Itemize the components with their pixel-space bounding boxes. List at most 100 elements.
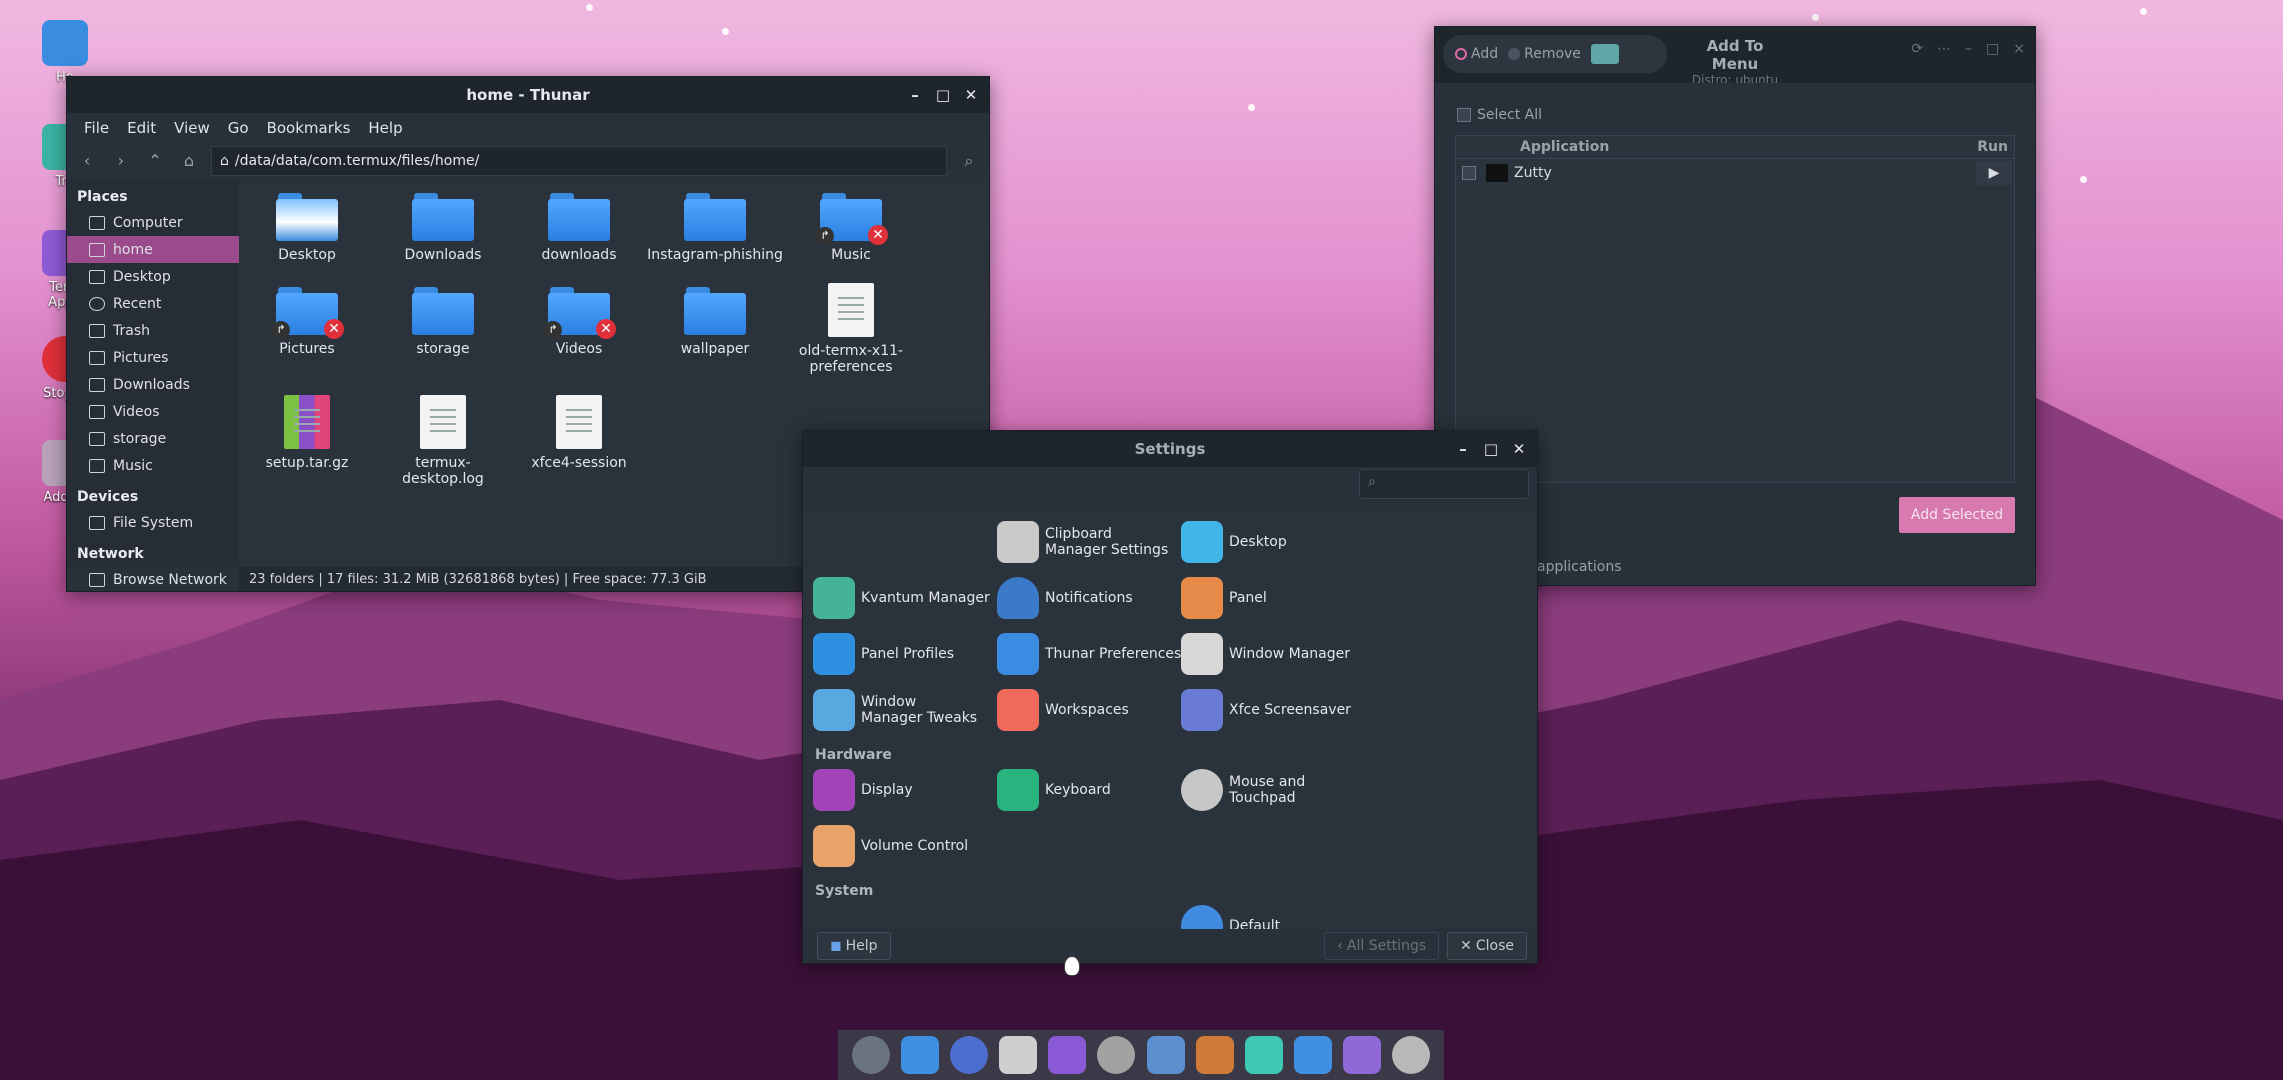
maximize-button[interactable]: □: [935, 87, 951, 103]
trash-dock-icon[interactable]: [1244, 1036, 1283, 1074]
menu-bookmarks[interactable]: Bookmarks: [258, 119, 360, 137]
file-item[interactable]: Desktop: [239, 185, 375, 263]
refresh-icon[interactable]: ⟳: [1911, 41, 1923, 57]
select-all-checkbox[interactable]: Select All: [1457, 107, 1542, 123]
more-icon[interactable]: ⋯: [1937, 41, 1951, 57]
app-menu-icon[interactable]: [851, 1036, 890, 1074]
setting-keyboard[interactable]: Keyboard: [997, 769, 1111, 811]
forward-icon[interactable]: ›: [109, 149, 133, 173]
file-item[interactable]: ↱ ✕ Videos: [511, 279, 647, 357]
menu-go[interactable]: Go: [219, 119, 258, 137]
folder-icon: [548, 193, 610, 241]
setting-kvantum-manager[interactable]: Kvantum Manager: [813, 577, 990, 619]
setting-clipboard-manager[interactable]: Clipboard Manager Settings: [997, 521, 1175, 563]
add-toggle[interactable]: Add: [1455, 46, 1498, 62]
footer-count: applications: [1537, 559, 1622, 575]
back-icon[interactable]: ‹: [75, 149, 99, 173]
minimize-button[interactable]: –: [907, 87, 923, 103]
setting-notifications[interactable]: Notifications: [997, 577, 1133, 619]
add-selected-button[interactable]: Add Selected: [1899, 497, 2015, 533]
file-item[interactable]: termux-desktop.log: [375, 387, 511, 487]
system-settings-icon[interactable]: [1392, 1036, 1431, 1074]
setting-mouse-touchpad[interactable]: Mouse and Touchpad: [1181, 769, 1319, 811]
settings-search-input[interactable]: ⌕: [1359, 469, 1529, 499]
text-editor-icon[interactable]: [1146, 1036, 1185, 1074]
menu-edit[interactable]: Edit: [118, 119, 165, 137]
run-button[interactable]: ▶: [1976, 161, 2012, 185]
file-item[interactable]: ↱ ✕ Music: [783, 185, 919, 263]
setting-panel[interactable]: Panel: [1181, 577, 1267, 619]
table-row[interactable]: Zutty ▶: [1456, 159, 2014, 187]
minimize-icon[interactable]: –: [1965, 41, 1972, 57]
setting-xfce-screensaver[interactable]: Xfce Screensaver: [1181, 689, 1351, 731]
browser-icon[interactable]: [949, 1036, 988, 1074]
setting-wm-tweaks[interactable]: Window Manager Tweaks: [813, 689, 981, 731]
menu-help[interactable]: Help: [359, 119, 411, 137]
setting-desktop[interactable]: Desktop: [1181, 521, 1287, 563]
close-settings-button[interactable]: ✕ Close: [1447, 932, 1527, 960]
close-button[interactable]: ✕: [963, 87, 979, 103]
volume-icon: [813, 825, 855, 867]
monitor-icon: [1181, 521, 1223, 563]
thunar-dock-icon[interactable]: [900, 1036, 939, 1074]
file-item[interactable]: Instagram-phishing: [647, 185, 783, 263]
file-item[interactable]: ↱ ✕ Pictures: [239, 279, 375, 357]
terminal-icon[interactable]: [999, 1036, 1038, 1074]
settings-dock-icon[interactable]: [1097, 1036, 1136, 1074]
remove-toggle[interactable]: Remove: [1508, 46, 1581, 62]
setting-display[interactable]: Display: [813, 769, 913, 811]
search-icon[interactable]: ⌕: [957, 149, 981, 173]
radio-icon: [1508, 48, 1521, 60]
setting-workspaces[interactable]: Workspaces: [997, 689, 1129, 731]
home-icon[interactable]: ⌂: [177, 149, 201, 173]
app-store-icon[interactable]: [1048, 1036, 1087, 1074]
maximize-icon[interactable]: □: [1986, 41, 1999, 57]
sidebar-item-music[interactable]: Music: [67, 452, 239, 479]
zutty-icon: [1486, 164, 1508, 182]
broken-link-folder-icon: ↱ ✕: [544, 287, 616, 339]
close-button[interactable]: ✕: [1511, 441, 1527, 457]
sidebar-item-home[interactable]: home: [67, 236, 239, 263]
document-icon: [420, 395, 466, 449]
app-table: Application Run Zutty ▶: [1455, 135, 2015, 483]
sidebar-item-file-system[interactable]: File System: [67, 509, 239, 536]
file-item[interactable]: xfce4-session: [511, 387, 647, 471]
sidebar-item-browse-network[interactable]: Browse Network: [67, 566, 239, 593]
file-item[interactable]: setup.tar.gz: [239, 387, 375, 471]
setting-panel-profiles[interactable]: Panel Profiles: [813, 633, 954, 675]
menu-view[interactable]: View: [165, 119, 219, 137]
screenshot-icon[interactable]: [1195, 1036, 1234, 1074]
location-bar[interactable]: ⌂ /data/data/com.termux/files/home/: [211, 146, 947, 176]
file-item[interactable]: wallpaper: [647, 279, 783, 357]
broken-badge-icon: ✕: [596, 319, 616, 339]
menu-file[interactable]: File: [75, 119, 118, 137]
setting-window-manager[interactable]: Window Manager: [1181, 633, 1350, 675]
setting-thunar-preferences[interactable]: Thunar Preferences: [997, 633, 1181, 675]
maximize-button[interactable]: □: [1483, 441, 1499, 457]
file-item[interactable]: downloads: [511, 185, 647, 263]
toolbar: ‹ › ⌃ ⌂ ⌂ /data/data/com.termux/files/ho…: [67, 143, 989, 179]
tweaks-icon[interactable]: [1343, 1036, 1382, 1074]
close-icon[interactable]: ×: [2013, 41, 2025, 57]
setting-default[interactable]: Default: [1181, 905, 1280, 929]
help-button[interactable]: ◼ Help: [817, 932, 891, 960]
row-checkbox[interactable]: [1462, 166, 1476, 180]
files-dock-icon[interactable]: [1293, 1036, 1332, 1074]
sidebar-item-downloads[interactable]: Downloads: [67, 371, 239, 398]
setting-volume-control[interactable]: Volume Control: [813, 825, 968, 867]
sidebar-item-desktop[interactable]: Desktop: [67, 263, 239, 290]
sidebar-item-trash[interactable]: Trash: [67, 317, 239, 344]
sidebar-item-recent[interactable]: Recent: [67, 290, 239, 317]
minimize-button[interactable]: –: [1455, 441, 1471, 457]
all-settings-button[interactable]: ‹ All Settings: [1324, 932, 1440, 960]
search-toggle-icon[interactable]: [1590, 44, 1619, 64]
up-icon[interactable]: ⌃: [143, 149, 167, 173]
sidebar-item-pictures[interactable]: Pictures: [67, 344, 239, 371]
sidebar-item-computer[interactable]: Computer: [67, 209, 239, 236]
file-item[interactable]: Downloads: [375, 185, 511, 263]
file-item[interactable]: old-termx-x11- preferences: [783, 275, 919, 375]
sidebar-item-storage[interactable]: storage: [67, 425, 239, 452]
checkbox-icon: [1457, 108, 1471, 122]
file-item[interactable]: storage: [375, 279, 511, 357]
sidebar-item-videos[interactable]: Videos: [67, 398, 239, 425]
